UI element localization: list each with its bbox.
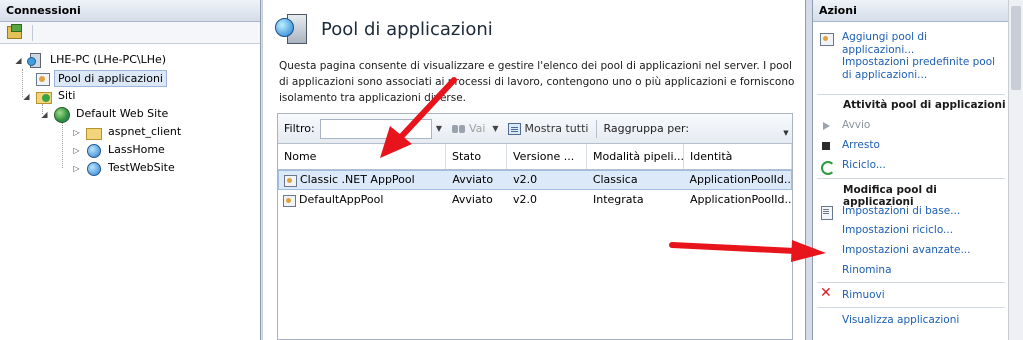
app-pools-icon <box>275 12 309 46</box>
stop-link[interactable]: Arresto <box>819 139 880 154</box>
table-row[interactable]: DefaultAppPool Avviato v2.0 Integrata Ap… <box>278 190 792 210</box>
collapse-toggle-icon[interactable]: ◢ <box>40 110 49 119</box>
connections-panel: Connessioni ◢ LHE-PC (LHe-PC\LHe) Pool d… <box>0 0 261 340</box>
page-header: Pool di applicazioni <box>275 12 493 46</box>
scrollbar-thumb[interactable] <box>1011 6 1021 90</box>
filter-input[interactable] <box>320 118 432 139</box>
properties-icon <box>819 205 834 220</box>
column-header-identity[interactable]: Identità <box>684 144 792 169</box>
column-header-name[interactable]: Nome <box>278 144 446 169</box>
cell-version: v2.0 <box>513 173 538 186</box>
column-header-state[interactable]: Stato <box>446 144 507 169</box>
cell-identity: ApplicationPoolId... <box>690 193 792 206</box>
collapse-toggle-icon[interactable]: ◢ <box>14 56 23 65</box>
binoculars-icon <box>452 123 466 134</box>
table-row[interactable]: Classic .NET AppPool Avviato v2.0 Classi… <box>278 170 792 190</box>
folder-icon <box>85 124 102 140</box>
actions-panel: Azioni Aggiungi pool di applicazioni... … <box>812 0 1008 340</box>
tree-item-app-pools[interactable]: Pool di applicazioni <box>34 69 167 87</box>
cell-state: Avviato <box>452 193 493 206</box>
actions-title: Azioni <box>813 0 1008 22</box>
tree-item-aspnet-client[interactable]: ▷ aspnet_client <box>72 123 184 141</box>
application-icon <box>85 142 101 158</box>
show-all-button[interactable]: Mostra tutti <box>508 122 588 135</box>
filter-toolbar: Filtro: ▼ Vai ▼ Mostra tutti Raggruppa p… <box>278 114 792 144</box>
app-pool-icon <box>282 193 296 207</box>
section-divider <box>817 94 1005 95</box>
add-app-pool-icon <box>819 31 834 46</box>
sites-icon <box>35 88 52 104</box>
expand-toggle-icon[interactable]: ▷ <box>72 146 81 155</box>
cell-pipeline-mode: Classica <box>592 173 638 186</box>
app-pool-icon <box>283 173 297 187</box>
basic-settings-link[interactable]: Impostazioni di base... <box>819 205 960 220</box>
filter-label: Filtro: <box>284 122 315 135</box>
cell-pipeline-mode: Integrata <box>593 193 644 206</box>
show-all-icon <box>508 122 522 135</box>
rename-link[interactable]: Rinomina <box>819 264 892 279</box>
connections-toolbar <box>0 22 260 44</box>
app-pool-icon <box>34 70 50 86</box>
view-applications-link[interactable]: Visualizza applicazioni <box>819 314 959 329</box>
sort-ascending-icon: ▲ <box>382 145 388 153</box>
remove-icon <box>819 287 834 304</box>
section-divider <box>817 307 1005 308</box>
column-header-pipeline-mode[interactable]: Modalità pipeli... <box>587 144 684 169</box>
cell-name: DefaultAppPool <box>278 191 446 209</box>
start-icon <box>819 119 834 134</box>
recycle-settings-link[interactable]: Impostazioni riciclo... <box>819 224 953 239</box>
actions-scrollbar[interactable] <box>1008 0 1023 340</box>
recycle-icon <box>819 159 835 175</box>
column-header-version[interactable]: Versione ... <box>507 144 587 169</box>
toolbar-overflow-icon[interactable]: ▼ <box>780 114 792 144</box>
page-description: Questa pagina consente di visualizzare e… <box>279 60 795 104</box>
filter-dropdown-icon[interactable]: ▼ <box>434 124 444 133</box>
connect-icon[interactable] <box>7 24 22 39</box>
server-icon <box>27 52 43 68</box>
cell-identity: ApplicationPoolId... <box>689 173 792 186</box>
recycle-link[interactable]: Riciclo... <box>819 159 886 175</box>
tree-item-testwebsite[interactable]: ▷ TestWebSite <box>72 159 178 177</box>
toolbar-separator <box>596 119 598 138</box>
tree-item-sites[interactable]: ◢ Siti <box>22 87 78 105</box>
toolbar-separator <box>32 25 33 41</box>
section-divider <box>817 282 1005 283</box>
group-by-label[interactable]: Raggruppa per: <box>603 122 689 135</box>
blank-icon <box>819 244 834 259</box>
application-icon <box>85 160 101 176</box>
page-title: Pool di applicazioni <box>321 18 493 40</box>
section-title-pool-tasks: Attività pool di applicazioni <box>843 99 1006 111</box>
tree-item-server[interactable]: ◢ LHE-PC (LHe-PC\LHe) <box>14 51 169 69</box>
expand-toggle-icon[interactable]: ▷ <box>72 128 81 137</box>
add-app-pool-link[interactable]: Aggiungi pool di applicazioni... Imposta… <box>819 31 995 81</box>
remove-link[interactable]: Rimuovi <box>819 287 885 304</box>
website-globe-icon <box>53 106 70 123</box>
advanced-settings-link[interactable]: Impostazioni avanzate... <box>819 244 970 259</box>
grid-header: ▲ Nome Stato Versione ... Modalità pipel… <box>278 144 792 170</box>
start-link[interactable]: Avvio <box>819 119 870 134</box>
blank-icon <box>819 314 834 329</box>
expand-toggle-icon[interactable]: ▷ <box>72 164 81 173</box>
cell-state: Avviato <box>452 173 494 186</box>
tree-item-default-web-site[interactable]: ◢ Default Web Site <box>40 105 171 123</box>
blank-icon <box>819 264 834 279</box>
stop-icon <box>819 139 834 154</box>
blank-icon <box>819 224 834 239</box>
cell-version: v2.0 <box>513 193 538 206</box>
tree-item-lasshome[interactable]: ▷ LassHome <box>72 141 168 159</box>
collapse-toggle-icon[interactable]: ◢ <box>22 92 31 101</box>
section-divider <box>817 178 1005 179</box>
cell-name: Classic .NET AppPool <box>279 171 446 189</box>
app-pools-grid: Filtro: ▼ Vai ▼ Mostra tutti Raggruppa p… <box>277 113 793 340</box>
go-button[interactable]: Vai ▼ <box>452 122 500 135</box>
go-dropdown-icon: ▼ <box>492 124 499 133</box>
app-pools-page: Pool di applicazioni Questa pagina conse… <box>262 0 806 340</box>
connections-title: Connessioni <box>0 0 260 22</box>
